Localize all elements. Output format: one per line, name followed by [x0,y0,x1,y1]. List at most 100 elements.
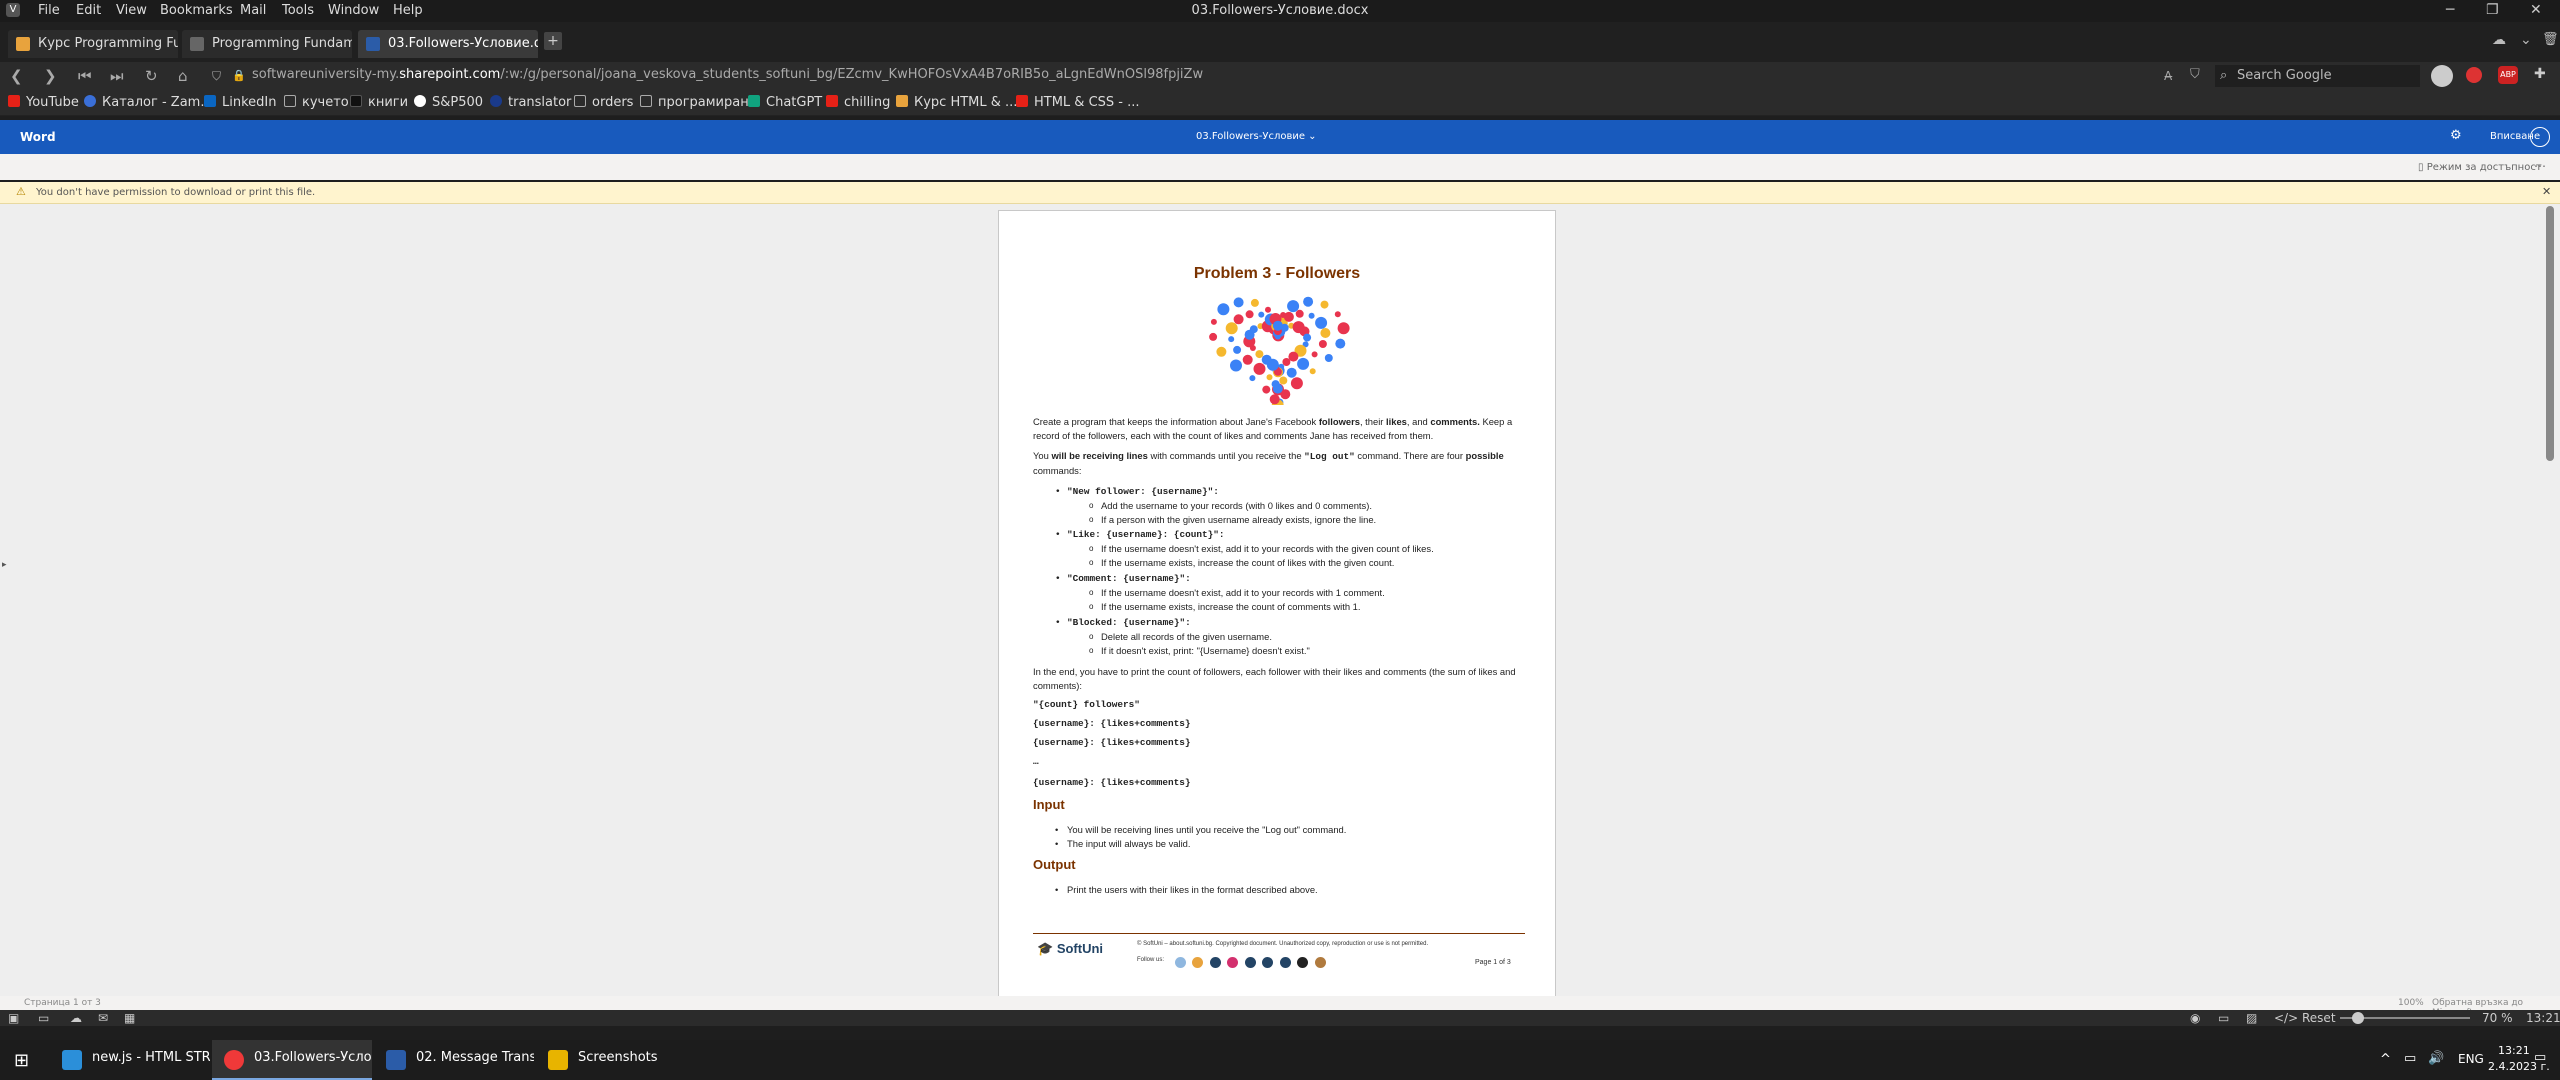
code-icon[interactable]: </> [2274,1011,2298,1025]
fast-forward-icon[interactable]: ⏭ [110,67,124,85]
zoom-slider[interactable] [2340,1012,2470,1024]
permission-notice-bar: ⚠ You don't have permission to download … [0,182,2560,204]
adblock-icon[interactable]: ABP [2498,66,2518,84]
bookmark-youtube[interactable]: YouTube [8,95,79,110]
search-input[interactable]: ⌕ Search Google [2215,65,2420,87]
bookmark-icon[interactable]: ⛉ [2190,67,2200,82]
softuni-logo-text: SoftUni [1056,941,1104,956]
reaction-dot [1225,322,1238,335]
url-field[interactable]: softwareuniversity-my.sharepoint.com/:w:… [252,67,1203,82]
bookmark-label: програмиране [658,95,757,110]
bookmark-translator[interactable]: translator [490,95,571,110]
bookmark-html-css[interactable]: HTML & CSS - ... [1016,95,1140,110]
reload-icon[interactable]: ↻ [145,67,158,85]
output-format-line: {username}: {likes+comments} [1033,737,1191,748]
taskbar-app-word[interactable]: 02. Message Transla... [374,1040,534,1080]
close-notice-icon[interactable]: ✕ [2542,185,2551,198]
restore-icon[interactable]: ❐ [2486,2,2499,18]
puzzle-icon[interactable]: ✚ [2534,66,2546,82]
minimize-icon[interactable]: ─ [2446,2,2454,18]
reaction-dot [1320,300,1329,309]
github-icon[interactable] [1297,957,1309,968]
softuni-social-icon[interactable] [1175,957,1186,968]
side-pane-toggle-icon[interactable]: ▸ [2,560,7,570]
system-time[interactable]: 13:21 [2498,1044,2530,1057]
softuni-alt-icon[interactable] [1192,957,1204,968]
close-window-icon[interactable]: ✕ [2530,2,2542,18]
mail-icon[interactable]: ✉ [98,1011,108,1025]
back-icon[interactable]: ❮ [10,67,23,85]
forward-icon[interactable]: ❯ [44,67,57,85]
bookmark-orders[interactable]: orders [574,95,633,110]
taskbar-app-label: new.js - HTML STR... [92,1050,210,1065]
reaction-dot [1295,309,1304,318]
calendar-icon[interactable]: ▦ [124,1011,135,1025]
shield-icon[interactable]: ⛉ [212,69,221,84]
more-options-icon[interactable]: ⋯ [2534,159,2546,173]
trash-icon[interactable]: 🗑 [2542,32,2559,47]
bookmark-programirane[interactable]: програмиране [640,95,757,110]
graduation-cap-icon: 🎓 [1037,941,1054,956]
tab-tiling-icon[interactable]: ▭ [38,1011,49,1025]
extension-icon[interactable] [2466,67,2482,83]
word-icon [386,1050,406,1070]
windows-start-icon[interactable]: ⊞ [14,1050,29,1071]
reset-zoom-button[interactable]: Reset [2302,1011,2336,1025]
instagram-icon[interactable] [1227,957,1239,968]
tray-chevron-icon[interactable]: ^ [2380,1052,2391,1067]
account-icon[interactable] [2530,127,2550,147]
youtube-icon [826,95,838,107]
translate-icon[interactable]: A̶ [2164,69,2172,83]
twitter-icon[interactable] [1244,957,1256,968]
bookmark-kurs-html[interactable]: Курс HTML & ... [896,95,1017,110]
window-icon[interactable]: ▭ [2218,1011,2229,1025]
avatar[interactable] [2431,65,2453,87]
language-indicator[interactable]: ENG [2458,1052,2484,1066]
zoom-status[interactable]: 100% [2398,998,2424,1008]
bookmark-knigi[interactable]: книги [350,95,408,110]
taskbar-app-browser[interactable]: 03.Followers-Услов... [212,1040,372,1080]
tab-course[interactable]: Курс Programming Fundam [8,30,178,58]
new-tab-icon[interactable]: + [544,32,562,50]
tab-document[interactable]: 03.Followers-Условие.docx [358,30,538,58]
network-icon[interactable]: ▭ [2404,1051,2416,1066]
vertical-scrollbar[interactable] [2546,206,2554,461]
tab-label: 03.Followers-Условие.docx [388,36,538,51]
chatgpt-icon [748,95,760,107]
rewind-icon[interactable]: ⏮ [78,67,92,85]
document-name[interactable]: 03.Followers-Условие ⌄ [1196,131,1317,142]
taskbar-app-vscode[interactable]: new.js - HTML STR... [50,1040,210,1080]
bookmark-chatgpt[interactable]: ChatGPT [748,95,822,110]
capture-icon[interactable]: ◉ [2190,1011,2200,1025]
home-icon[interactable]: ⌂ [178,67,188,85]
taskbar-app-explorer[interactable]: Screenshots [536,1040,686,1080]
panel-toggle-icon[interactable]: ▣ [8,1011,19,1025]
reaction-dot [1216,346,1227,357]
word-app-name[interactable]: Word [20,130,56,144]
bookmark-kucheto[interactable]: кучето [284,95,349,110]
notification-icon[interactable]: ▭ [2534,1050,2546,1065]
tab-bar: Курс Programming Fundam Programming Fund… [0,22,2560,62]
cloud-icon[interactable]: ☁ [2492,32,2506,48]
settings-icon[interactable]: ⚙ [2450,128,2462,143]
linkedin-icon[interactable] [1279,957,1291,968]
command-sub-item: If a person with the given username alre… [1089,514,1376,525]
url-prefix: softwareuniversity-my. [252,67,400,82]
facebook-icon[interactable] [1209,957,1221,968]
volume-icon[interactable]: 🔊 [2428,1051,2444,1066]
accessibility-mode-button[interactable]: ▯ Режим за достъпност [2418,162,2542,173]
bookmark-katalog[interactable]: Каталог - Zam... [84,95,213,110]
mascot-icon[interactable] [1314,957,1326,968]
zoom-slider-handle[interactable] [2352,1012,2364,1024]
tab-options-icon[interactable]: ⌄ [2520,32,2532,48]
bookmark-sp500[interactable]: S&P500 [414,95,483,110]
cloud-sync-icon[interactable]: ☁ [70,1011,82,1025]
tab-programming[interactable]: Programming Fundamenta [182,30,352,58]
receive-text: command. There are four [1354,450,1466,461]
status-clock: 13:21 [2526,1011,2560,1025]
youtube-icon[interactable] [1262,957,1274,968]
image-icon[interactable]: ▨ [2246,1011,2257,1025]
bookmark-linkedin[interactable]: LinkedIn [204,95,276,110]
tab-label: Programming Fundamenta [212,36,352,51]
bookmark-chilling[interactable]: chilling [826,95,890,110]
